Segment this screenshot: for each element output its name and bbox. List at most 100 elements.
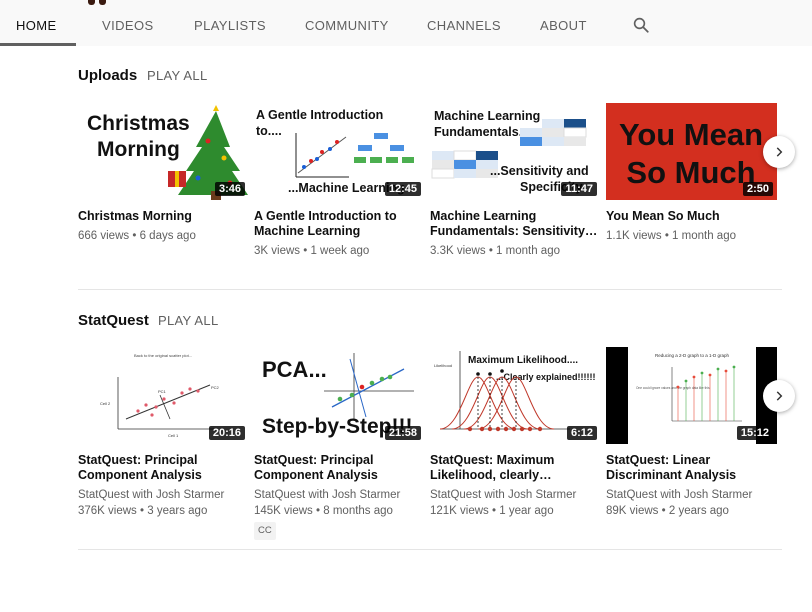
video-card[interactable]: You Mean So Much 2:50 You Mean So Much 1… [606,103,777,244]
video-thumbnail[interactable]: You Mean So Much 2:50 [606,103,777,200]
view-count: 89K views [606,505,659,517]
thumb-text: So Much [626,155,755,190]
meta-separator: • [140,505,145,517]
video-title[interactable]: You Mean So Much [606,209,777,224]
view-count: 1.1K views [606,230,662,242]
shelf-next-button[interactable] [763,136,795,168]
section-divider [78,549,782,550]
channel-name[interactable]: StatQuest with Josh Starmer [254,487,425,503]
upload-age: 3 years ago [147,505,208,517]
closed-captions-badge: CC [254,522,276,540]
video-meta: 3K views • 1 week ago [254,243,425,259]
video-meta: StatQuest with Josh Starmer 89K views • … [606,487,777,519]
chevron-right-icon [776,391,783,401]
view-count: 376K views [78,505,137,517]
view-count: 3K views [254,245,301,257]
thumb-text: Christmas [87,112,190,135]
video-title[interactable]: StatQuest: Principal Component Analysis … [78,453,249,483]
video-meta: StatQuest with Josh Starmer 145K views •… [254,487,425,540]
video-title[interactable]: StatQuest: Principal Component Analysis … [254,453,425,483]
video-thumbnail[interactable]: A Gentle Introduction to.... ...Machine … [254,103,425,200]
video-thumbnail[interactable]: Christmas Morning 3:46 [78,103,249,200]
video-duration: 21:58 [384,426,421,440]
channel-tab-bar: HOME VIDEOS PLAYLISTS COMMUNITY CHANNELS… [0,0,812,46]
meta-separator: • [488,245,493,257]
upload-age: 1 year ago [499,505,554,517]
thumb-text: PCA... [262,357,327,382]
channel-avatar-peek [86,0,108,6]
active-tab-indicator [0,43,76,46]
video-card[interactable]: Christmas Morning 3:46 Christmas Morning… [78,103,249,244]
video-title[interactable]: A Gentle Introduction to Machine Learnin… [254,209,425,239]
chevron-right-icon [776,147,783,157]
video-thumbnail[interactable]: PCA... Step-by-Step!!! 21:58 [254,347,425,444]
section-title-uploads: Uploads [78,67,138,84]
shelf-next-button[interactable] [763,380,795,412]
thumb-text: Back to the original scatter plot... [134,353,192,358]
channel-name[interactable]: StatQuest with Josh Starmer [78,487,249,503]
thumb-text: You Mean [619,117,763,152]
video-meta: StatQuest with Josh Starmer 121K views •… [430,487,601,519]
video-duration: 15:12 [736,426,773,440]
thumb-text: A Gentle Introduction [256,108,383,122]
meta-separator: • [316,505,321,517]
video-card[interactable]: A Gentle Introduction to.... ...Machine … [254,103,425,259]
upload-age: 8 months ago [323,505,393,517]
tab-about[interactable]: ABOUT [540,18,587,33]
thumb-text: Cell 2 [100,401,111,406]
play-all-uploads-button[interactable]: PLAY ALL [147,68,207,83]
meta-separator: • [492,505,497,517]
channel-name[interactable]: StatQuest with Josh Starmer [606,487,777,503]
upload-age: 6 days ago [139,230,196,242]
video-thumbnail[interactable]: Machine Learning Fundamentals.... ...Sen… [430,103,601,200]
thumb-text: ...Sensitivity and [490,164,589,178]
tab-playlists[interactable]: PLAYLISTS [194,18,266,33]
video-card[interactable]: Machine Learning Fundamentals.... ...Sen… [430,103,601,259]
video-duration: 3:46 [214,182,245,196]
video-title[interactable]: Christmas Morning [78,209,249,224]
channel-name[interactable]: StatQuest with Josh Starmer [430,487,601,503]
tab-community[interactable]: COMMUNITY [305,18,389,33]
video-duration: 12:45 [384,182,421,196]
video-thumbnail[interactable]: Back to the original scatter plot... PC1… [78,347,249,444]
meta-separator: • [132,230,137,242]
thumb-text: Machine Learning [434,109,540,123]
video-duration: 20:16 [208,426,245,440]
video-thumbnail[interactable]: Reducing a 2-D graph to a 1-D graph One … [606,347,777,444]
view-count: 145K views [254,505,313,517]
meta-separator: • [664,230,669,242]
video-title[interactable]: StatQuest: Maximum Likelihood, clearly… [430,453,601,483]
video-card[interactable]: Back to the original scatter plot... PC1… [78,347,249,519]
video-title[interactable]: Machine Learning Fundamentals: Sensitivi… [430,209,601,239]
video-duration: 2:50 [742,182,773,196]
play-all-statquest-button[interactable]: PLAY ALL [158,313,218,328]
upload-age: 1 week ago [310,245,370,257]
thumb-text: PC2 [211,385,220,390]
thumb-text: PC1 [158,389,167,394]
tab-videos[interactable]: VIDEOS [102,18,154,33]
thumb-text: Fundamentals.... [434,125,533,139]
thumb-text: Reducing a 2-D graph to a 1-D graph [655,353,730,358]
view-count: 121K views [430,505,489,517]
video-duration: 11:47 [561,182,597,196]
tab-channels[interactable]: CHANNELS [427,18,501,33]
thumb-text: Likelihood [434,363,452,368]
video-meta: 666 views • 6 days ago [78,228,249,244]
video-title[interactable]: StatQuest: Linear Discriminant Analysis … [606,453,777,483]
video-card[interactable]: Reducing a 2-D graph to a 1-D graph One … [606,347,777,519]
video-card[interactable]: Maximum Likelihood.... ...Clearly explai… [430,347,601,519]
tab-home[interactable]: HOME [16,18,57,33]
meta-separator: • [661,505,666,517]
upload-age: 1 month ago [672,230,736,242]
video-meta: 3.3K views • 1 month ago [430,243,601,259]
video-duration: 6:12 [566,426,597,440]
thumb-text: Maximum Likelihood.... [468,355,578,366]
video-thumbnail[interactable]: Maximum Likelihood.... ...Clearly explai… [430,347,601,444]
thumb-text: One could ignore values and the graph da… [636,386,710,390]
view-count: 666 views [78,230,130,242]
search-icon[interactable] [632,16,650,34]
video-meta: 1.1K views • 1 month ago [606,228,777,244]
thumb-text: to.... [256,124,282,138]
section-divider [78,289,782,290]
video-card[interactable]: PCA... Step-by-Step!!! 21:58 StatQuest: … [254,347,425,540]
